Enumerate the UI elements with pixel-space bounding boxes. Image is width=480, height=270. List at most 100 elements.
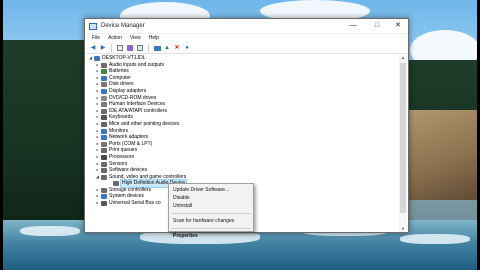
tree-item-label: Sound, video and game controllers <box>109 173 187 180</box>
chevron-right-icon[interactable]: ▸ <box>95 147 100 154</box>
update-driver-icon[interactable]: ▲ <box>163 44 171 52</box>
vertical-scrollbar[interactable]: ▲ ▼ <box>399 55 407 232</box>
menu-file[interactable]: File <box>88 34 104 43</box>
uninstall-icon[interactable]: ✕ <box>173 44 181 52</box>
window-title: Device Manager <box>101 23 145 29</box>
tree-category-item[interactable]: ◢ Sound, video and game controllers <box>87 174 399 181</box>
tree-item-label: Print queues <box>109 147 138 154</box>
help-icon[interactable] <box>126 44 134 52</box>
chevron-right-icon[interactable]: ▸ <box>95 81 100 88</box>
tree-item-label: Audio inputs and outputs <box>109 61 165 68</box>
chevron-right-icon[interactable]: ▸ <box>95 95 100 102</box>
letterbox <box>0 0 3 270</box>
chevron-right-icon[interactable]: ▸ <box>95 128 100 135</box>
tree-category-item[interactable]: ▸ Print queues <box>87 147 399 154</box>
device-category-icon <box>113 181 119 187</box>
maximize-button[interactable]: □ <box>366 19 388 33</box>
context-menu-item-disable[interactable]: Disable <box>169 194 253 202</box>
context-menu-item-scan-for-hardware-changes[interactable]: Scan for hardware changes <box>169 217 253 225</box>
chevron-right-icon[interactable]: ▸ <box>95 141 100 148</box>
tree-category-item[interactable]: ▸ Processors <box>87 154 399 161</box>
tree-item-label: Processors <box>109 153 135 160</box>
minimize-button[interactable]: — <box>342 19 364 33</box>
device-category-icon <box>101 115 107 121</box>
tree-category-item[interactable]: ▸ Mice and other pointing devices <box>87 121 399 128</box>
tree-category-item[interactable]: ▸ Display adapters <box>87 88 399 95</box>
tree-category-item[interactable]: ▸ Network adapters <box>87 134 399 141</box>
chevron-right-icon[interactable]: ▸ <box>95 193 100 200</box>
chevron-right-icon[interactable]: ▸ <box>95 114 100 121</box>
chevron-right-icon[interactable]: ▸ <box>95 200 100 207</box>
tree-root-label: DESKTOP-VT1JDL <box>102 55 146 61</box>
device-category-icon <box>101 82 107 88</box>
chevron-right-icon[interactable]: ▸ <box>95 68 100 75</box>
menu-action[interactable]: Action <box>104 34 126 43</box>
tree-item-label: Display adapters <box>109 87 147 94</box>
tree-category-item[interactable]: ▸ IDE ATA/ATAPI controllers <box>87 108 399 115</box>
chevron-right-icon[interactable]: ▸ <box>95 187 100 194</box>
close-button[interactable]: ✕ <box>387 19 409 33</box>
chevron-down-icon[interactable]: ◢ <box>95 174 100 181</box>
tree-category-item[interactable]: ▸ Keyboards <box>87 114 399 121</box>
tree-category-item[interactable]: ▸ Monitors <box>87 128 399 135</box>
context-menu: Update Driver Software... Disable Uninstal… <box>168 183 254 239</box>
device-category-icon <box>101 194 107 200</box>
back-icon[interactable]: ◀ <box>89 44 97 52</box>
device-category-icon <box>101 135 107 141</box>
device-category-icon <box>101 174 107 180</box>
monitor-icon[interactable] <box>153 44 161 52</box>
chevron-right-icon[interactable]: ▸ <box>95 161 100 168</box>
device-category-icon <box>101 128 107 134</box>
toolbar: ◀ ▶ ▲ ✕ ● <box>85 43 408 54</box>
tree-category-item[interactable]: ▸ Computer <box>87 75 399 82</box>
menu-view[interactable]: View <box>126 34 145 43</box>
context-menu-item-properties[interactable]: Properties <box>169 232 253 240</box>
device-category-icon <box>101 102 107 108</box>
disable-icon[interactable]: ● <box>183 44 191 52</box>
chevron-right-icon[interactable]: ▸ <box>95 154 100 161</box>
tree-category-item[interactable]: ▸ Batteries <box>87 68 399 75</box>
chevron-right-icon[interactable]: ▸ <box>95 75 100 82</box>
tree-item-label: DVD/CD-ROM drives <box>109 94 157 101</box>
device-category-icon <box>101 148 107 154</box>
tree-item-label: IDE ATA/ATAPI controllers <box>109 107 167 114</box>
chevron-right-icon[interactable]: ▸ <box>95 167 100 174</box>
tree-item-label: Human Interface Devices <box>109 101 166 108</box>
scan-icon[interactable] <box>136 44 144 52</box>
tree-item-label: Monitors <box>109 127 129 134</box>
chevron-right-icon[interactable]: ▸ <box>95 108 100 115</box>
context-menu-item-update-driver-software[interactable]: Update Driver Software... <box>169 186 253 194</box>
tree-category-item[interactable]: ▸ Human Interface Devices <box>87 101 399 108</box>
scroll-thumb[interactable] <box>400 63 406 213</box>
tree-item-label: Mice and other pointing devices <box>109 120 180 127</box>
tree-category-item[interactable]: ▸ Sensors <box>87 161 399 168</box>
chevron-right-icon[interactable]: ▸ <box>95 121 100 128</box>
forward-icon[interactable]: ▶ <box>99 44 107 52</box>
menu-bar: File Action View Help <box>85 34 408 43</box>
chevron-down-icon[interactable]: ◢ <box>88 55 93 62</box>
chevron-right-icon[interactable]: ▸ <box>95 62 100 69</box>
chevron-right-icon[interactable]: ▸ <box>95 88 100 95</box>
tree-item-label: System devices <box>109 193 145 200</box>
tree-category-item[interactable]: ▸ Ports (COM & LPT) <box>87 141 399 148</box>
title-bar[interactable]: Device Manager — □ ✕ <box>85 19 408 34</box>
device-category-icon <box>101 69 107 75</box>
properties-icon[interactable] <box>116 44 124 52</box>
device-category-icon <box>101 161 107 167</box>
chevron-right-icon[interactable]: ▸ <box>95 101 100 108</box>
device-category-icon <box>101 95 107 101</box>
tree-category-item[interactable]: ▸ Audio inputs and outputs <box>87 62 399 69</box>
toolbar-separator <box>111 44 112 52</box>
tree-item-label: Universal Serial Bus co <box>109 200 161 207</box>
tree-item-label: Keyboards <box>109 114 133 121</box>
tree-category-item[interactable]: ▸ Disk drives <box>87 81 399 88</box>
scroll-down-icon[interactable]: ▼ <box>399 226 407 232</box>
scroll-up-icon[interactable]: ▲ <box>399 55 407 61</box>
tree-category-item[interactable]: ▸ Software devices <box>87 167 399 174</box>
tree-item-label: Batteries <box>109 68 129 75</box>
tree-category-item[interactable]: ▸ DVD/CD-ROM drives <box>87 95 399 102</box>
tree-root[interactable]: ◢ DESKTOP-VT1JDL <box>87 55 399 62</box>
menu-help[interactable]: Help <box>145 34 163 43</box>
chevron-right-icon[interactable]: ▸ <box>95 134 100 141</box>
context-menu-item-uninstall[interactable]: Uninstall <box>169 202 253 210</box>
